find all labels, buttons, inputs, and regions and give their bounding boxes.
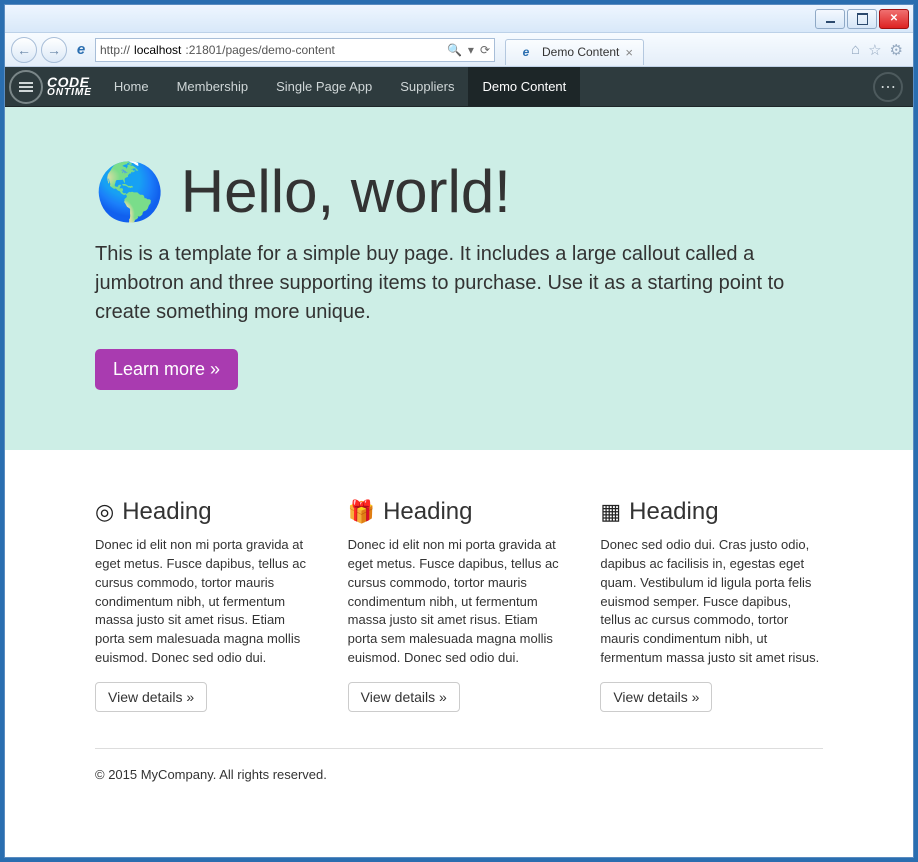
back-button[interactable]: ← — [11, 37, 37, 63]
feature-body: Donec id elit non mi porta gravida at eg… — [348, 536, 571, 668]
hamburger-menu-button[interactable] — [9, 70, 43, 104]
nav-link-single-page-app[interactable]: Single Page App — [262, 67, 386, 106]
hamburger-icon — [19, 86, 33, 88]
page-viewport: CODE ONTIME Home Membership Single Page … — [5, 67, 913, 857]
window-titlebar: ✕ — [5, 5, 913, 33]
feature-body: Donec sed odio dui. Cras justo odio, dap… — [600, 536, 823, 668]
browser-command-icons: ⌂ ☆ ⚙ — [851, 41, 907, 59]
feature-heading: 🎁 Heading — [348, 498, 571, 526]
browser-tab[interactable]: e Demo Content × — [505, 39, 644, 65]
more-icon: ⋯ — [880, 77, 896, 97]
learn-more-button[interactable]: Learn more » — [95, 349, 238, 390]
feature-heading: ▦ Heading — [600, 498, 823, 526]
view-details-button[interactable]: View details » — [95, 682, 207, 712]
feature-column: 🎁 Heading Donec id elit non mi porta gra… — [348, 498, 571, 712]
ie-logo-icon: e — [71, 40, 91, 60]
nav-link-demo-content[interactable]: Demo Content — [468, 67, 580, 106]
feature-heading-text: Heading — [629, 498, 718, 526]
nav-link-membership[interactable]: Membership — [163, 67, 263, 106]
url-prefix: http:// — [100, 43, 130, 57]
nav-link-suppliers[interactable]: Suppliers — [386, 67, 468, 106]
view-details-button[interactable]: View details » — [348, 682, 460, 712]
browser-toolbar: ← → e http:// localhost :21801/pages/demo-… — [5, 33, 913, 67]
nav-link-home[interactable]: Home — [100, 67, 163, 106]
arrow-left-icon: ← — [17, 42, 31, 58]
tools-icon[interactable]: ⚙ — [890, 41, 903, 59]
globe-icon: 🌎 — [95, 159, 165, 225]
home-icon[interactable]: ⌂ — [851, 41, 860, 59]
feature-column: ▦ Heading Donec sed odio dui. Cras justo… — [600, 498, 823, 712]
url-path: :21801/pages/demo-content — [185, 43, 334, 57]
feature-column: ◎ Heading Donec id elit non mi porta gra… — [95, 498, 318, 712]
jumbotron-paragraph: This is a template for a simple buy page… — [95, 240, 823, 327]
search-icon[interactable]: 🔍 — [447, 43, 462, 57]
tab-close-icon[interactable]: × — [625, 45, 633, 60]
address-bar[interactable]: http:// localhost :21801/pages/demo-conten… — [95, 38, 495, 62]
window-close-button[interactable]: ✕ — [879, 9, 909, 29]
footer-text: © 2015 MyCompany. All rights reserved. — [95, 748, 823, 792]
arrow-right-icon: → — [47, 42, 61, 58]
window-minimize-button[interactable] — [815, 9, 845, 29]
favorites-icon[interactable]: ☆ — [868, 41, 881, 59]
tab-strip: e Demo Content × — [505, 35, 847, 65]
feature-heading-text: Heading — [122, 498, 211, 526]
refresh-icon[interactable]: ⟳ — [480, 43, 490, 57]
feature-heading-text: Heading — [383, 498, 472, 526]
gift-icon: 🎁 — [348, 499, 375, 525]
feature-heading: ◎ Heading — [95, 498, 318, 526]
url-host: localhost — [134, 43, 181, 57]
app-navbar: CODE ONTIME Home Membership Single Page … — [5, 67, 913, 107]
user-menu-button[interactable]: ⋯ — [873, 72, 903, 102]
forward-button[interactable]: → — [41, 37, 67, 63]
window-maximize-button[interactable] — [847, 9, 877, 29]
tab-title: Demo Content — [542, 45, 619, 59]
ie-logo-icon: e — [516, 42, 536, 62]
jumbotron-heading-text: Hello, world! — [181, 157, 511, 226]
browser-window: ✕ ← → e http:// localhost :21801/pages/dem… — [4, 4, 914, 858]
target-icon: ◎ — [95, 499, 114, 525]
jumbotron: 🌎 Hello, world! This is a template for a… — [5, 107, 913, 450]
nav-links: Home Membership Single Page App Supplier… — [100, 67, 580, 106]
view-details-button[interactable]: View details » — [600, 682, 712, 712]
feature-columns: ◎ Heading Donec id elit non mi porta gra… — [5, 450, 913, 732]
brand-logo[interactable]: CODE ONTIME — [47, 76, 100, 98]
brand-line2: ONTIME — [47, 88, 92, 97]
calendar-icon: ▦ — [600, 499, 621, 525]
jumbotron-heading: 🌎 Hello, world! — [95, 157, 823, 226]
feature-body: Donec id elit non mi porta gravida at eg… — [95, 536, 318, 668]
dropdown-icon[interactable]: ▾ — [468, 43, 474, 57]
